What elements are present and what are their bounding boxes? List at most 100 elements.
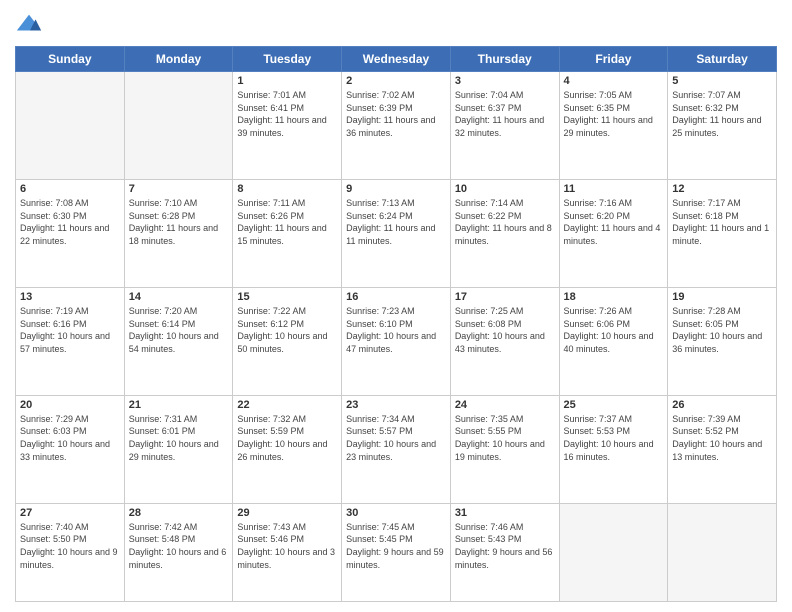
day-number: 19 <box>672 291 772 303</box>
calendar-cell: 23 Sunrise: 7:34 AM Sunset: 5:57 PM Dayli… <box>342 395 451 503</box>
calendar-cell: 7 Sunrise: 7:10 AM Sunset: 6:28 PM Daylig… <box>124 179 233 287</box>
calendar-cell: 17 Sunrise: 7:25 AM Sunset: 6:08 PM Dayli… <box>450 287 559 395</box>
day-info: Sunrise: 7:13 AM Sunset: 6:24 PM Dayligh… <box>346 197 446 247</box>
day-info: Sunrise: 7:02 AM Sunset: 6:39 PM Dayligh… <box>346 89 446 139</box>
day-number: 10 <box>455 183 555 195</box>
calendar-cell: 1 Sunrise: 7:01 AM Sunset: 6:41 PM Daylig… <box>233 72 342 180</box>
day-number: 27 <box>20 507 120 519</box>
weekday-header-monday: Monday <box>124 47 233 72</box>
day-number: 12 <box>672 183 772 195</box>
calendar-cell: 27 Sunrise: 7:40 AM Sunset: 5:50 PM Dayli… <box>16 503 125 601</box>
day-number: 18 <box>564 291 664 303</box>
calendar-cell: 24Sunrise: 7:35 AM Sunset: 5:55 PM Dayli… <box>450 395 559 503</box>
day-info: Sunrise: 7:05 AM Sunset: 6:35 PM Dayligh… <box>564 89 664 139</box>
calendar-cell: 26 Sunrise: 7:39 AM Sunset: 5:52 PM Dayli… <box>668 395 777 503</box>
day-info: Sunrise: 7:20 AM Sunset: 6:14 PM Dayligh… <box>129 305 229 355</box>
day-number: 31 <box>455 507 555 519</box>
day-info: Sunrise: 7:11 AM Sunset: 6:26 PM Dayligh… <box>237 197 337 247</box>
day-info: Sunrise: 7:07 AM Sunset: 6:32 PM Dayligh… <box>672 89 772 139</box>
calendar-cell: 11 Sunrise: 7:16 AM Sunset: 6:20 PM Dayli… <box>559 179 668 287</box>
day-info: Sunrise: 7:19 AM Sunset: 6:16 PM Dayligh… <box>20 305 120 355</box>
day-info: Sunrise: 7:29 AM Sunset: 6:03 PM Dayligh… <box>20 413 120 463</box>
day-info: Sunrise: 7:08 AM Sunset: 6:30 PM Dayligh… <box>20 197 120 247</box>
day-number: 30 <box>346 507 446 519</box>
weekday-header-friday: Friday <box>559 47 668 72</box>
header <box>15 10 777 38</box>
day-number: 15 <box>237 291 337 303</box>
day-number: 6 <box>20 183 120 195</box>
day-info: Sunrise: 7:39 AM Sunset: 5:52 PM Dayligh… <box>672 413 772 463</box>
day-info: Sunrise: 7:25 AM Sunset: 6:08 PM Dayligh… <box>455 305 555 355</box>
day-number: 1 <box>237 75 337 87</box>
day-number: 3 <box>455 75 555 87</box>
week-row-4: 20Sunrise: 7:29 AM Sunset: 6:03 PM Dayli… <box>16 395 777 503</box>
week-row-2: 6 Sunrise: 7:08 AM Sunset: 6:30 PM Daylig… <box>16 179 777 287</box>
weekday-header-sunday: Sunday <box>16 47 125 72</box>
day-number: 5 <box>672 75 772 87</box>
day-number: 14 <box>129 291 229 303</box>
calendar-cell: 18 Sunrise: 7:26 AM Sunset: 6:06 PM Dayli… <box>559 287 668 395</box>
day-number: 11 <box>564 183 664 195</box>
day-number: 7 <box>129 183 229 195</box>
calendar-cell: 22 Sunrise: 7:32 AM Sunset: 5:59 PM Dayli… <box>233 395 342 503</box>
weekday-header-thursday: Thursday <box>450 47 559 72</box>
calendar-cell: 19 Sunrise: 7:28 AM Sunset: 6:05 PM Dayli… <box>668 287 777 395</box>
calendar-cell: 5 Sunrise: 7:07 AM Sunset: 6:32 PM Daylig… <box>668 72 777 180</box>
day-info: Sunrise: 7:16 AM Sunset: 6:20 PM Dayligh… <box>564 197 664 247</box>
day-number: 9 <box>346 183 446 195</box>
day-info: Sunrise: 7:22 AM Sunset: 6:12 PM Dayligh… <box>237 305 337 355</box>
weekday-header-saturday: Saturday <box>668 47 777 72</box>
day-info: Sunrise: 7:28 AM Sunset: 6:05 PM Dayligh… <box>672 305 772 355</box>
calendar-cell: 9 Sunrise: 7:13 AM Sunset: 6:24 PM Daylig… <box>342 179 451 287</box>
day-number: 21 <box>129 399 229 411</box>
day-info: Sunrise: 7:17 AM Sunset: 6:18 PM Dayligh… <box>672 197 772 247</box>
logo-icon <box>15 10 43 38</box>
calendar-cell: 14 Sunrise: 7:20 AM Sunset: 6:14 PM Dayli… <box>124 287 233 395</box>
day-info: Sunrise: 7:40 AM Sunset: 5:50 PM Dayligh… <box>20 521 120 571</box>
calendar-cell: 28 Sunrise: 7:42 AM Sunset: 5:48 PM Dayli… <box>124 503 233 601</box>
day-info: Sunrise: 7:04 AM Sunset: 6:37 PM Dayligh… <box>455 89 555 139</box>
calendar-cell: 10 Sunrise: 7:14 AM Sunset: 6:22 PM Dayli… <box>450 179 559 287</box>
day-number: 16 <box>346 291 446 303</box>
calendar-cell: 3 Sunrise: 7:04 AM Sunset: 6:37 PM Daylig… <box>450 72 559 180</box>
calendar-cell: 8 Sunrise: 7:11 AM Sunset: 6:26 PM Daylig… <box>233 179 342 287</box>
page: SundayMondayTuesdayWednesdayThursdayFrid… <box>0 0 792 612</box>
day-number: 22 <box>237 399 337 411</box>
day-number: 26 <box>672 399 772 411</box>
calendar-cell: 15 Sunrise: 7:22 AM Sunset: 6:12 PM Dayli… <box>233 287 342 395</box>
calendar-cell <box>16 72 125 180</box>
week-row-1: 1 Sunrise: 7:01 AM Sunset: 6:41 PM Daylig… <box>16 72 777 180</box>
logo <box>15 10 47 38</box>
calendar-cell: 25Sunrise: 7:37 AM Sunset: 5:53 PM Dayli… <box>559 395 668 503</box>
day-info: Sunrise: 7:34 AM Sunset: 5:57 PM Dayligh… <box>346 413 446 463</box>
day-number: 2 <box>346 75 446 87</box>
weekday-header-wednesday: Wednesday <box>342 47 451 72</box>
day-info: Sunrise: 7:42 AM Sunset: 5:48 PM Dayligh… <box>129 521 229 571</box>
calendar-cell: 16Sunrise: 7:23 AM Sunset: 6:10 PM Dayli… <box>342 287 451 395</box>
calendar-cell <box>124 72 233 180</box>
week-row-3: 13 Sunrise: 7:19 AM Sunset: 6:16 PM Dayli… <box>16 287 777 395</box>
day-info: Sunrise: 7:01 AM Sunset: 6:41 PM Dayligh… <box>237 89 337 139</box>
weekday-header-tuesday: Tuesday <box>233 47 342 72</box>
day-number: 13 <box>20 291 120 303</box>
calendar-cell: 6 Sunrise: 7:08 AM Sunset: 6:30 PM Daylig… <box>16 179 125 287</box>
calendar-cell <box>668 503 777 601</box>
day-info: Sunrise: 7:10 AM Sunset: 6:28 PM Dayligh… <box>129 197 229 247</box>
day-number: 8 <box>237 183 337 195</box>
day-info: Sunrise: 7:35 AM Sunset: 5:55 PM Dayligh… <box>455 413 555 463</box>
day-number: 23 <box>346 399 446 411</box>
calendar-cell: 2 Sunrise: 7:02 AM Sunset: 6:39 PM Daylig… <box>342 72 451 180</box>
day-info: Sunrise: 7:46 AM Sunset: 5:43 PM Dayligh… <box>455 521 555 571</box>
day-info: Sunrise: 7:45 AM Sunset: 5:45 PM Dayligh… <box>346 521 446 571</box>
calendar-cell: 30 Sunrise: 7:45 AM Sunset: 5:45 PM Dayli… <box>342 503 451 601</box>
day-info: Sunrise: 7:43 AM Sunset: 5:46 PM Dayligh… <box>237 521 337 571</box>
day-number: 17 <box>455 291 555 303</box>
day-info: Sunrise: 7:32 AM Sunset: 5:59 PM Dayligh… <box>237 413 337 463</box>
day-number: 25 <box>564 399 664 411</box>
weekday-header-row: SundayMondayTuesdayWednesdayThursdayFrid… <box>16 47 777 72</box>
day-info: Sunrise: 7:14 AM Sunset: 6:22 PM Dayligh… <box>455 197 555 247</box>
day-number: 29 <box>237 507 337 519</box>
calendar-cell: 20Sunrise: 7:29 AM Sunset: 6:03 PM Dayli… <box>16 395 125 503</box>
day-info: Sunrise: 7:26 AM Sunset: 6:06 PM Dayligh… <box>564 305 664 355</box>
day-number: 28 <box>129 507 229 519</box>
